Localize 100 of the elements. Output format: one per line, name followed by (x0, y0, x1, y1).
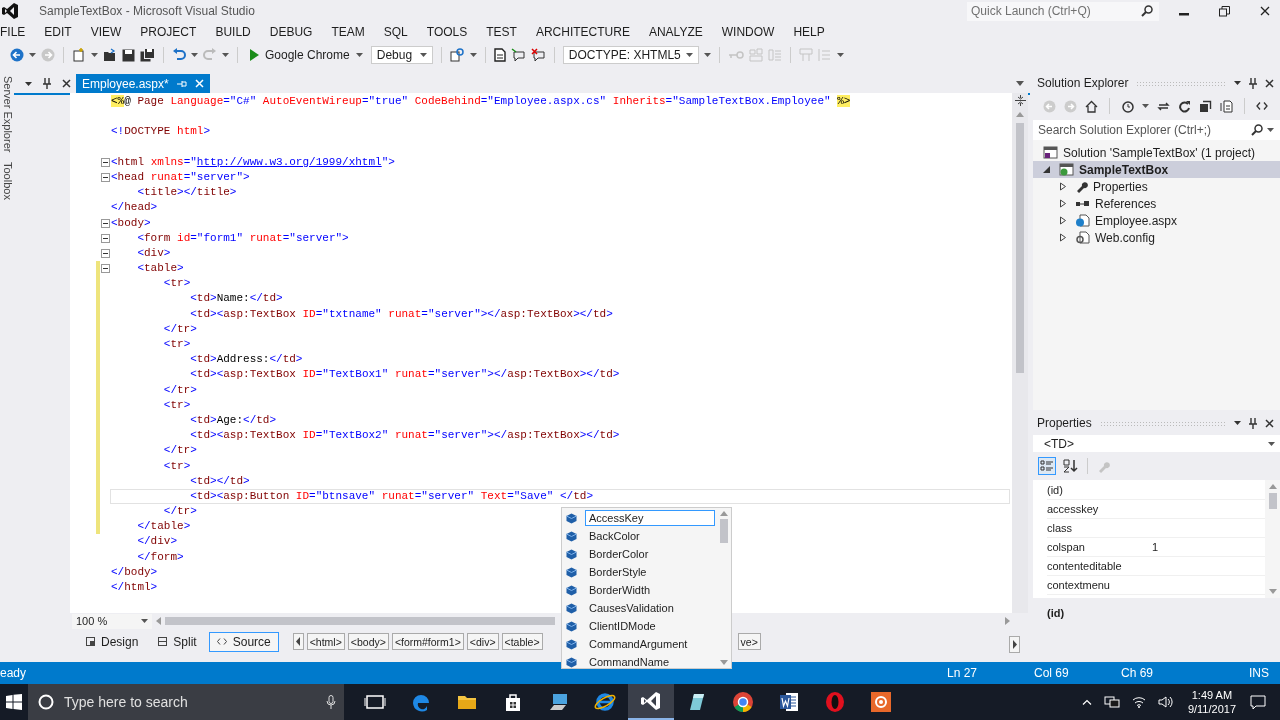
completion-item[interactable]: BackColor (562, 527, 716, 545)
show-hidden-icons-icon[interactable] (1081, 699, 1092, 705)
comment-icon[interactable] (510, 48, 526, 62)
collapsed-arrow-icon[interactable] (1059, 216, 1067, 225)
close-icon[interactable] (1260, 6, 1270, 16)
restore-icon[interactable] (1219, 5, 1230, 17)
completion-item[interactable]: CommandArgument (562, 635, 716, 653)
menu-item[interactable]: SQL (373, 25, 417, 39)
collapse-icon[interactable] (100, 218, 110, 228)
menu-item[interactable]: PROJECT (130, 25, 206, 39)
close-icon[interactable] (1265, 418, 1274, 428)
menu-item[interactable]: EDIT (34, 25, 81, 39)
search-field[interactable]: Search Solution Explorer (Ctrl+;) (1033, 120, 1280, 140)
search-input[interactable]: Type here to search (62, 693, 318, 711)
menu-item[interactable]: DEBUG (259, 25, 322, 39)
quick-launch-field[interactable]: Quick Launch (Ctrl+Q) (967, 1, 1159, 21)
collapse-icon[interactable] (100, 264, 110, 274)
scroll-thumb[interactable] (1016, 123, 1024, 373)
breadcrumb[interactable]: <table> (501, 633, 543, 650)
collapse-all-icon[interactable] (1199, 99, 1212, 113)
scroll-thumb[interactable] (1268, 493, 1277, 509)
menu-item[interactable]: TEST (476, 25, 526, 39)
open-folder-icon[interactable] (103, 48, 117, 62)
completion-item[interactable]: BorderStyle (562, 563, 716, 581)
menu-item[interactable]: BUILD (205, 25, 260, 39)
scroll-down-icon[interactable] (719, 660, 728, 665)
tree-item[interactable]: SampleTextBox (1033, 161, 1280, 178)
tree-item[interactable]: Employee.aspx (1033, 212, 1280, 229)
new-project-icon[interactable] (72, 48, 86, 62)
menu-item[interactable]: TOOLS (416, 25, 477, 39)
completion-item[interactable]: BorderWidth (562, 581, 716, 599)
scroll-up-icon[interactable] (719, 511, 728, 516)
property-value[interactable]: 1 (1152, 541, 1159, 553)
menu-item[interactable]: VIEW (80, 25, 131, 39)
menu-item[interactable]: FILE (0, 25, 35, 39)
save-all-icon[interactable] (140, 48, 155, 62)
zoom-dropdown[interactable]: 100 % (72, 613, 152, 629)
view-tab[interactable]: Split (150, 631, 205, 652)
show-all-files-icon[interactable] (1220, 99, 1233, 113)
completion-item[interactable]: BorderColor (562, 545, 716, 563)
code-icon[interactable] (1256, 102, 1268, 110)
vertical-scrollbar[interactable] (1265, 480, 1280, 598)
wifi-icon[interactable] (1131, 696, 1146, 708)
dropdown-icon[interactable] (1234, 81, 1241, 85)
menu-item[interactable]: HELP (783, 25, 834, 39)
back-icon[interactable] (10, 48, 24, 62)
pin-icon[interactable] (1249, 77, 1257, 89)
completion-item[interactable]: CausesValidation (562, 599, 716, 617)
save-icon[interactable] (122, 48, 135, 62)
home-icon[interactable] (1085, 99, 1098, 113)
breadcrumb[interactable]: ve> (737, 633, 761, 650)
completion-item[interactable]: CommandName (562, 653, 716, 671)
refresh-icon[interactable] (1178, 99, 1191, 113)
run-button[interactable]: Google Chrome (246, 48, 366, 62)
volume-icon[interactable] (1157, 696, 1174, 708)
pin-icon[interactable] (43, 78, 51, 89)
network-icon[interactable] (1103, 695, 1120, 709)
menu-item[interactable]: TEAM (321, 25, 374, 39)
close-icon[interactable] (1265, 78, 1274, 88)
menu-item[interactable]: ARCHITECTURE (525, 25, 639, 39)
collapsed-arrow-icon[interactable] (1059, 233, 1067, 242)
vertical-scrollbar[interactable] (1012, 93, 1028, 613)
close-icon[interactable] (61, 79, 71, 88)
tree-item[interactable]: Properties (1033, 178, 1280, 195)
windows-logo-icon[interactable] (6, 694, 22, 710)
expanded-arrow-icon[interactable] (1043, 165, 1051, 174)
collapse-icon[interactable] (100, 248, 110, 258)
breadcrumb[interactable]: <html> (306, 633, 345, 650)
uncomment-icon[interactable] (530, 48, 546, 62)
configuration-dropdown[interactable]: Debug (370, 46, 433, 64)
view-tab[interactable]: Design (78, 631, 147, 652)
menu-item[interactable]: ANALYZE (638, 25, 712, 39)
collapse-icon[interactable] (100, 233, 110, 243)
side-tab[interactable]: Server Explorer (0, 76, 14, 153)
collapsed-arrow-icon[interactable] (1059, 199, 1067, 208)
tree-item[interactable]: Solution 'SampleTextBox' (1 project) (1033, 144, 1280, 161)
pin-icon[interactable] (1249, 417, 1257, 429)
collapse-icon[interactable] (100, 173, 110, 183)
menu-item[interactable]: WINDOW (711, 25, 784, 39)
clock-date[interactable]: 9/11/2017 (1187, 702, 1236, 716)
collapsed-arrow-icon[interactable] (1059, 182, 1067, 191)
doctype-dropdown[interactable]: DOCTYPE: XHTML5 (562, 46, 699, 64)
tree-item[interactable]: References (1033, 195, 1280, 212)
split-icon[interactable] (1014, 95, 1026, 106)
breadcrumb[interactable]: <form#form1> (391, 633, 464, 650)
dropdown-icon[interactable] (1016, 81, 1024, 86)
side-tab[interactable]: Toolbox (0, 162, 14, 201)
sort-alphabetical-icon[interactable] (1062, 458, 1078, 474)
document-icon[interactable] (493, 48, 506, 62)
history-icon[interactable] (1121, 99, 1134, 113)
dropdown-icon[interactable] (25, 81, 33, 86)
undo-icon[interactable] (172, 48, 186, 62)
breadcrumb[interactable]: <div> (466, 633, 499, 650)
find-icon[interactable] (449, 48, 465, 62)
categorized-icon[interactable] (1038, 457, 1056, 475)
tree-item[interactable]: Web.config (1033, 229, 1280, 246)
collapse-icon[interactable] (100, 157, 110, 167)
scroll-left-icon[interactable] (292, 633, 304, 650)
notifications-icon[interactable] (1250, 694, 1266, 710)
completion-item[interactable]: ClientIDMode (562, 617, 716, 635)
